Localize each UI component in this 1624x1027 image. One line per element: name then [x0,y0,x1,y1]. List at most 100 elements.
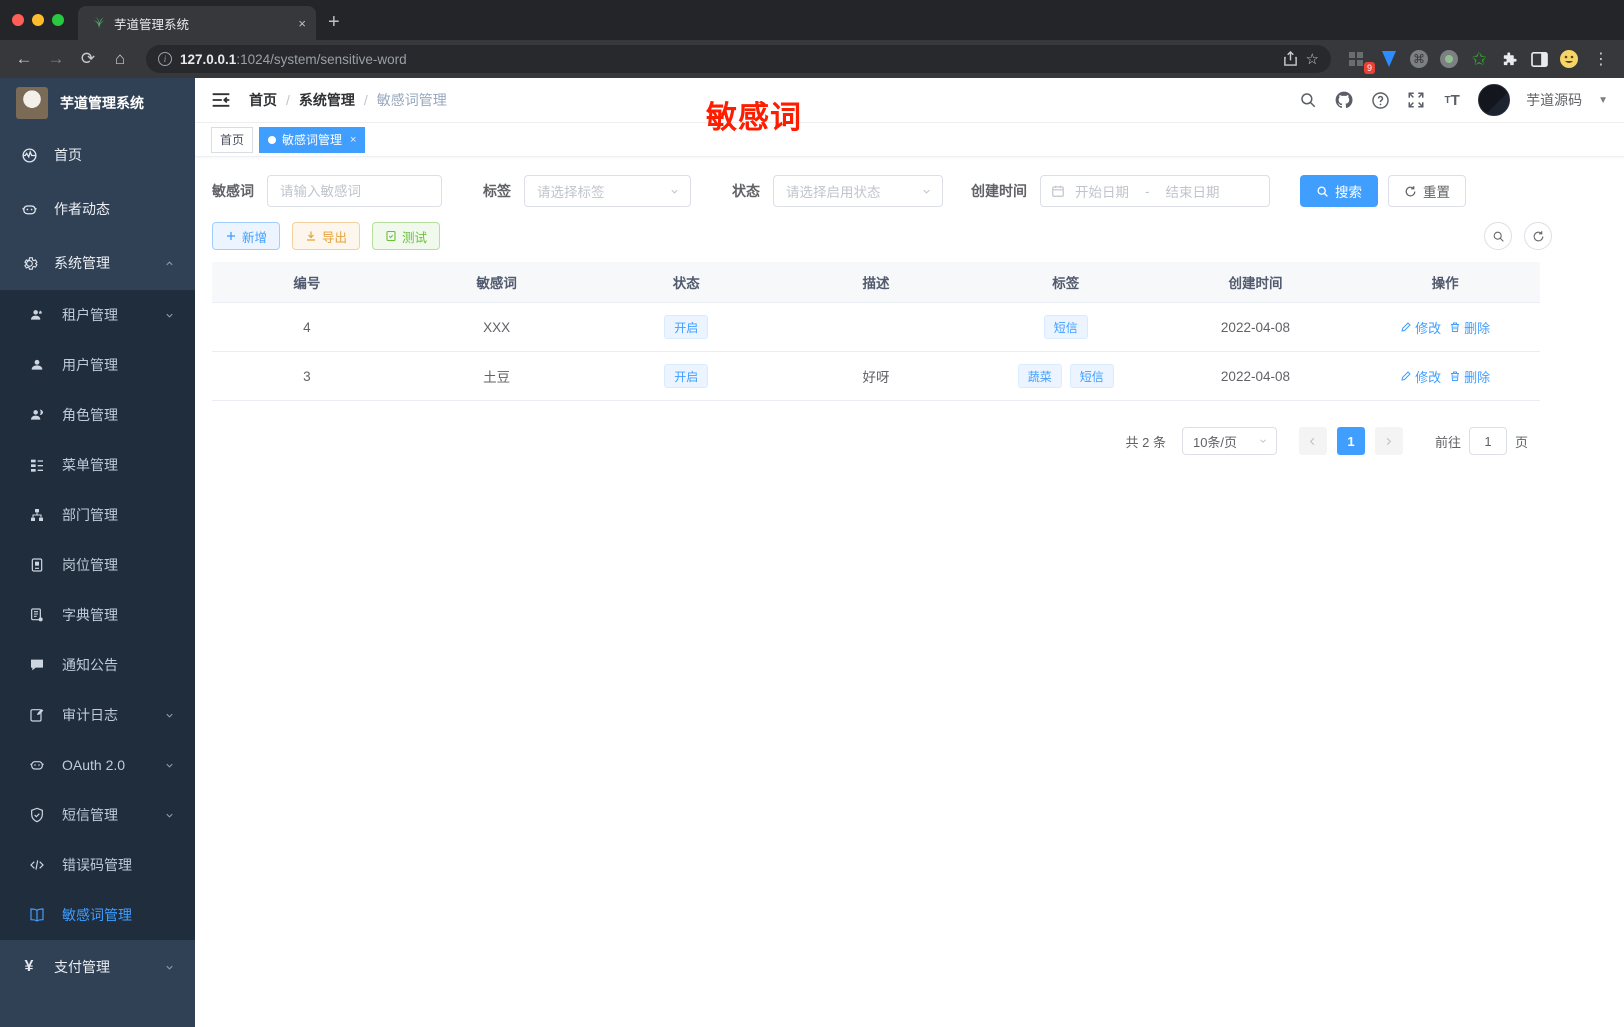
breadcrumb-system[interactable]: 系统管理 [299,90,355,110]
chevron-down-icon [164,710,175,721]
next-page-button[interactable] [1374,427,1403,455]
sidebar-item-role[interactable]: 角色管理 [0,390,195,440]
back-button[interactable]: ← [10,45,38,73]
filter-form: 敏感词 标签 请选择标签 状态 请选择启用状态 [212,175,1608,207]
home-button[interactable]: ⌂ [106,45,134,73]
status-filter-select[interactable]: 请选择启用状态 [773,175,943,207]
tag-filter-select[interactable]: 请选择标签 [524,175,691,207]
table-row: 4 XXX 开启 短信 2022-04-08 修改 删除 [212,302,1540,351]
fullscreen-icon[interactable] [1406,90,1426,110]
status-badge: 开启 [664,315,709,339]
code-icon [28,857,46,873]
extension-command-icon[interactable]: ⌘ [1409,49,1429,69]
sidebar-item-post[interactable]: 岗位管理 [0,540,195,590]
edit-link[interactable]: 修改 [1400,367,1441,386]
sidebar-item-user[interactable]: 用户管理 [0,340,195,390]
browser-tab[interactable]: 芋道管理系统 × [78,6,316,40]
breadcrumb-home[interactable]: 首页 [249,90,277,110]
user-icon [28,357,46,373]
sidebar-item-tenant[interactable]: 租户管理 [0,290,195,340]
side-panel-icon[interactable] [1529,49,1549,69]
site-info-icon[interactable]: i [158,52,172,66]
sidebar-item-audit[interactable]: 审计日志 [0,690,195,740]
profile-avatar-emoji[interactable] [1559,49,1579,69]
help-icon[interactable] [1370,90,1390,110]
sidebar-item-sensitive-word[interactable]: 敏感词管理 [0,890,195,940]
edit-link[interactable]: 修改 [1400,318,1441,337]
extension-kite-icon[interactable] [1379,49,1399,69]
col-header-tags: 标签 [1052,276,1080,291]
close-window-button[interactable] [12,14,24,26]
app-header: 首页 / 系统管理 / 敏感词管理 T T 芋道源码 ▼ [195,78,1624,123]
tab-close-icon[interactable]: × [298,16,306,31]
user-name[interactable]: 芋道源码 [1526,90,1582,110]
chevron-down-icon [921,186,932,197]
prev-page-button[interactable] [1298,427,1327,455]
goto-page-input[interactable] [1468,427,1507,455]
tag-sensitive-word[interactable]: 敏感词管理 × [259,126,366,153]
font-size-icon[interactable]: TT [1442,90,1462,110]
reset-button[interactable]: 重置 [1388,175,1466,207]
sidebar-item-oauth[interactable]: OAuth 2.0 [0,740,195,790]
extension-grid-icon[interactable]: 9 [1349,49,1375,74]
pagination: 共 2 条 10条/页 1 前往 页 [212,427,1528,455]
user-avatar[interactable] [1478,84,1511,116]
col-header-desc: 描述 [862,276,890,291]
sidebar-item-payment[interactable]: ¥ 支付管理 [0,940,195,994]
close-tag-icon[interactable]: × [350,134,356,146]
page-content: 敏感词 标签 请选择标签 状态 请选择启用状态 [195,157,1624,1027]
col-header-status: 状态 [672,276,700,291]
sidebar-item-dict[interactable]: 字典管理 [0,590,195,640]
search-toggle-icon[interactable] [1484,222,1512,250]
extension-record-icon[interactable] [1439,49,1459,69]
menu-tree-icon [28,457,46,473]
start-date-placeholder: 开始日期 [1075,185,1129,200]
tag-badge: 短信 [1043,315,1088,339]
test-button[interactable]: 测试 [372,222,441,250]
reload-button[interactable]: ⟳ [74,45,102,73]
chevron-down-icon [1258,436,1268,446]
add-button[interactable]: 新增 [212,222,281,250]
app-logo-row[interactable]: 芋道管理系统 [0,78,195,128]
zoom-window-button[interactable] [52,14,64,26]
sidebar-item-menu[interactable]: 菜单管理 [0,440,195,490]
sidebar-item-errcode[interactable]: 错误码管理 [0,840,195,890]
col-header-word: 敏感词 [476,276,517,291]
page-number-button[interactable]: 1 [1336,427,1365,455]
sidebar-item-dept[interactable]: 部门管理 [0,490,195,540]
sidebar-item-sms[interactable]: 短信管理 [0,790,195,840]
new-tab-button[interactable]: + [328,8,340,36]
github-icon[interactable] [1334,90,1354,110]
share-icon[interactable] [1283,51,1298,67]
favicon-leaf-icon [92,16,106,30]
export-button[interactable]: 导出 [292,222,361,250]
address-bar[interactable]: i 127.0.0.1:1024/system/sensitive-word ☆ [146,45,1331,73]
refresh-icon[interactable] [1524,222,1552,250]
collapse-sidebar-icon[interactable] [211,91,233,109]
date-range-picker[interactable]: 开始日期 - 结束日期 [1040,175,1270,207]
dict-icon [28,607,46,623]
sidebar-item-notice[interactable]: 通知公告 [0,640,195,690]
search-icon[interactable] [1298,90,1318,110]
sidebar-item-author-news[interactable]: 作者动态 [0,182,195,236]
search-button[interactable]: 搜索 [1300,175,1378,207]
bookmark-star-icon[interactable]: ☆ [1306,50,1319,68]
tag-home[interactable]: 首页 [211,126,254,153]
browser-menu-icon[interactable]: ⋮ [1589,49,1614,69]
puzzle-extensions-icon[interactable] [1499,49,1519,69]
robot-icon [20,201,38,218]
user-menu-caret-icon[interactable]: ▼ [1598,95,1608,106]
window-controls[interactable] [0,0,78,40]
chevron-down-icon [164,760,175,771]
forward-button[interactable]: → [42,45,70,73]
minimize-window-button[interactable] [32,14,44,26]
word-filter-input[interactable] [268,183,441,199]
delete-link[interactable]: 删除 [1449,318,1490,337]
extension-star-icon[interactable]: ✩ [1469,49,1489,69]
sidebar-item-home[interactable]: 首页 [0,128,195,182]
delete-link[interactable]: 删除 [1449,367,1490,386]
sidebar-item-system[interactable]: 系统管理 [0,236,195,290]
page-size-select[interactable]: 10条/页 [1181,427,1277,455]
word-filter-label: 敏感词 [212,183,254,199]
extension-badge: 9 [1363,62,1375,74]
